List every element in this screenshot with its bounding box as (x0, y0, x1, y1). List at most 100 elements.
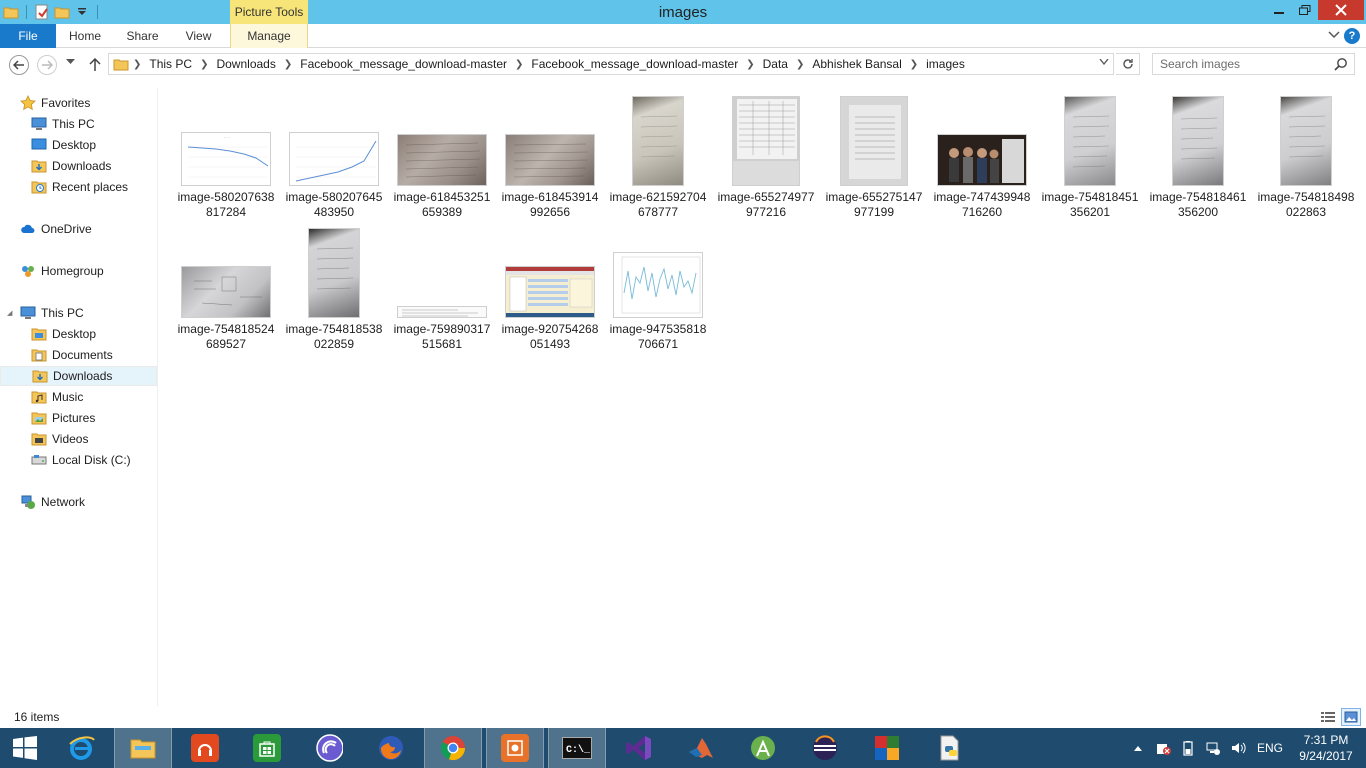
breadcrumb-this-pc[interactable]: This PC (149, 57, 192, 71)
image-thumbnail (505, 266, 595, 318)
clock[interactable]: 7:31 PM 9/24/2017 (1290, 732, 1362, 764)
nav-pc-desktop[interactable]: Desktop (0, 324, 157, 344)
breadcrumb-facebook-master-2[interactable]: Facebook_message_download-master (531, 57, 738, 71)
nav-label: Network (41, 495, 86, 509)
volume-icon[interactable] (1230, 740, 1246, 756)
taskbar-chrome[interactable] (424, 728, 482, 768)
expand-ribbon-icon[interactable] (1328, 29, 1340, 43)
large-icons-view-button[interactable] (1341, 708, 1361, 726)
nav-network[interactable]: Network (0, 492, 157, 512)
taskbar-visual-studio[interactable] (610, 728, 668, 768)
close-button[interactable] (1318, 0, 1364, 20)
image-thumbnail (632, 96, 684, 186)
taskbar-firefox[interactable] (362, 728, 420, 768)
nav-onedrive[interactable]: OneDrive (0, 219, 157, 239)
nav-fav-downloads[interactable]: Downloads (0, 156, 157, 176)
recent-locations-dropdown[interactable] (66, 57, 75, 67)
taskbar-file-explorer[interactable] (114, 728, 172, 768)
taskbar-screen-recorder[interactable] (486, 728, 544, 768)
thumbnail-frame (604, 222, 712, 318)
taskbar-matlab[interactable] (672, 728, 730, 768)
thumbnail-frame (280, 90, 388, 186)
thumbnail-frame (388, 90, 496, 186)
taskbar-command-prompt[interactable]: C:\_ (548, 728, 606, 768)
tab-home[interactable]: Home (56, 24, 114, 48)
show-hidden-icons-button[interactable] (1130, 740, 1146, 756)
details-view-button[interactable] (1318, 708, 1338, 726)
up-button[interactable] (86, 56, 104, 74)
new-folder-icon[interactable] (53, 3, 71, 21)
address-bar[interactable]: ❯ This PC ❯ Downloads ❯ Facebook_message… (108, 53, 1114, 75)
taskbar-bittorrent[interactable] (300, 728, 358, 768)
help-icon[interactable]: ? (1344, 28, 1360, 44)
taskbar-android-studio[interactable] (734, 728, 792, 768)
breadcrumb-separator[interactable]: ❯ (284, 59, 292, 70)
taskbar-internet-explorer[interactable] (52, 728, 110, 768)
nav-fav-this-pc[interactable]: This PC (0, 114, 157, 134)
breadcrumb-separator[interactable]: ❯ (746, 59, 754, 70)
refresh-button[interactable] (1116, 53, 1140, 75)
battery-icon[interactable] (1180, 740, 1196, 756)
videos-folder-icon (31, 431, 47, 447)
navigation-bar: ❯ This PC ❯ Downloads ❯ Facebook_message… (0, 48, 1366, 82)
breadcrumb-separator[interactable]: ❯ (796, 59, 804, 70)
nav-favorites[interactable]: Favorites (0, 93, 157, 113)
taskbar-music-app[interactable] (176, 728, 234, 768)
ribbon-tab-bar: File Home Share View Manage ? (0, 24, 1366, 48)
taskbar-python-file[interactable] (920, 728, 978, 768)
thumbnail-frame (928, 90, 1036, 186)
breadcrumb-abhishek-bansal[interactable]: Abhishek Bansal (812, 57, 901, 71)
file-name: image-618453914 992656 (501, 190, 599, 219)
nav-pc-downloads[interactable]: Downloads (0, 366, 157, 386)
taskbar-eclipse[interactable] (796, 728, 854, 768)
breadcrumb-images[interactable]: images (926, 57, 965, 71)
taskbar-windows-store[interactable] (238, 728, 296, 768)
nav-this-pc[interactable]: This PC (0, 303, 157, 323)
breadcrumb-facebook-master-1[interactable]: Facebook_message_download-master (300, 57, 507, 71)
status-bar: 16 items (0, 706, 1366, 728)
start-button[interactable] (0, 728, 50, 768)
forward-button[interactable] (37, 55, 57, 75)
breadcrumb-downloads[interactable]: Downloads (216, 57, 275, 71)
nav-pc-music[interactable]: Music (0, 387, 157, 407)
restore-button[interactable] (1292, 0, 1318, 20)
taskbar-winrar[interactable] (858, 728, 916, 768)
search-input[interactable] (1153, 54, 1323, 74)
search-box[interactable] (1152, 53, 1355, 75)
tab-manage[interactable]: Manage (230, 24, 308, 48)
customize-toolbar-icon[interactable] (73, 3, 91, 21)
nav-pc-local-disk[interactable]: Local Disk (C:) (0, 450, 157, 470)
file-name: image-754818461 356200 (1149, 190, 1247, 219)
nav-pc-pictures[interactable]: Pictures (0, 408, 157, 428)
breadcrumb-separator[interactable]: ❯ (133, 59, 141, 70)
folder-icon[interactable] (2, 3, 20, 21)
breadcrumb-separator[interactable]: ❯ (515, 59, 523, 70)
address-history-dropdown[interactable] (1099, 57, 1109, 68)
action-center-icon[interactable] (1155, 740, 1171, 756)
homegroup-icon (20, 263, 36, 279)
tab-file[interactable]: File (0, 24, 56, 48)
back-button[interactable] (9, 55, 29, 75)
search-icon[interactable] (1334, 57, 1348, 74)
nav-pc-documents[interactable]: Documents (0, 345, 157, 365)
breadcrumb-separator[interactable]: ❯ (910, 59, 918, 70)
network-status-icon[interactable] (1205, 740, 1221, 756)
image-thumbnail (1064, 96, 1116, 186)
nav-fav-desktop[interactable]: Desktop (0, 135, 157, 155)
nav-homegroup[interactable]: Homegroup (0, 261, 157, 281)
input-language-indicator[interactable]: ENG (1257, 741, 1283, 755)
breadcrumb-separator[interactable]: ❯ (200, 59, 208, 70)
breadcrumb-data[interactable]: Data (763, 57, 788, 71)
tab-share[interactable]: Share (114, 24, 171, 48)
image-thumbnail (397, 306, 487, 318)
file-name: image-947535818 706671 (609, 322, 707, 351)
folder-icon (113, 57, 129, 71)
chevron-down-icon (66, 59, 75, 64)
nav-pc-videos[interactable]: Videos (0, 429, 157, 449)
hard-drive-icon (31, 452, 47, 468)
tab-view[interactable]: View (171, 24, 226, 48)
toolbar-separator (97, 5, 98, 19)
minimize-button[interactable] (1266, 0, 1292, 20)
properties-icon[interactable] (33, 3, 51, 21)
nav-fav-recent-places[interactable]: Recent places (0, 177, 157, 197)
